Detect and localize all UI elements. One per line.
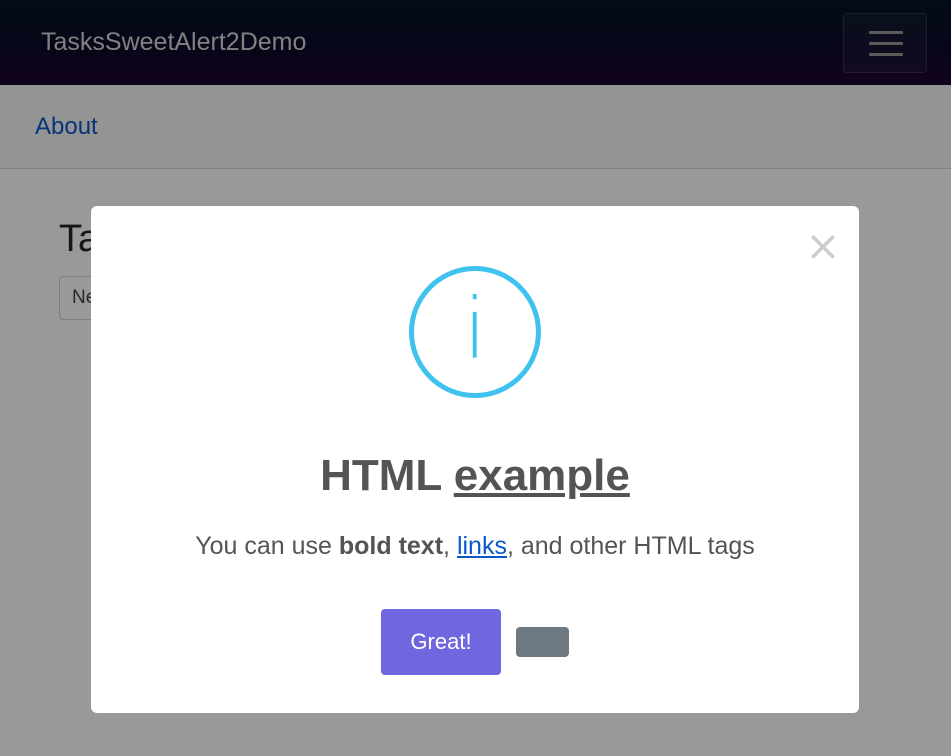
modal-title-underlined: example bbox=[453, 451, 630, 500]
info-icon-glyph: i bbox=[463, 280, 487, 378]
modal-title: HTML example bbox=[91, 451, 859, 501]
close-icon[interactable]: × bbox=[803, 224, 843, 268]
modal-title-text: HTML bbox=[320, 451, 454, 500]
confirm-button[interactable]: Great! bbox=[381, 609, 501, 675]
modal-body-text: You can use bold text, links, and other … bbox=[91, 532, 859, 561]
modal-text-link[interactable]: links bbox=[457, 532, 507, 560]
info-icon: i bbox=[409, 266, 541, 398]
modal-text-part1: You can use bbox=[195, 532, 339, 560]
modal-text-part2: , bbox=[443, 532, 457, 560]
modal-text-bold: bold text bbox=[338, 532, 444, 560]
cancel-button[interactable] bbox=[516, 627, 569, 657]
modal-text-part3: , and other HTML tags bbox=[506, 532, 755, 560]
sweetalert-modal: × i HTML example You can use bold text, … bbox=[91, 206, 859, 713]
